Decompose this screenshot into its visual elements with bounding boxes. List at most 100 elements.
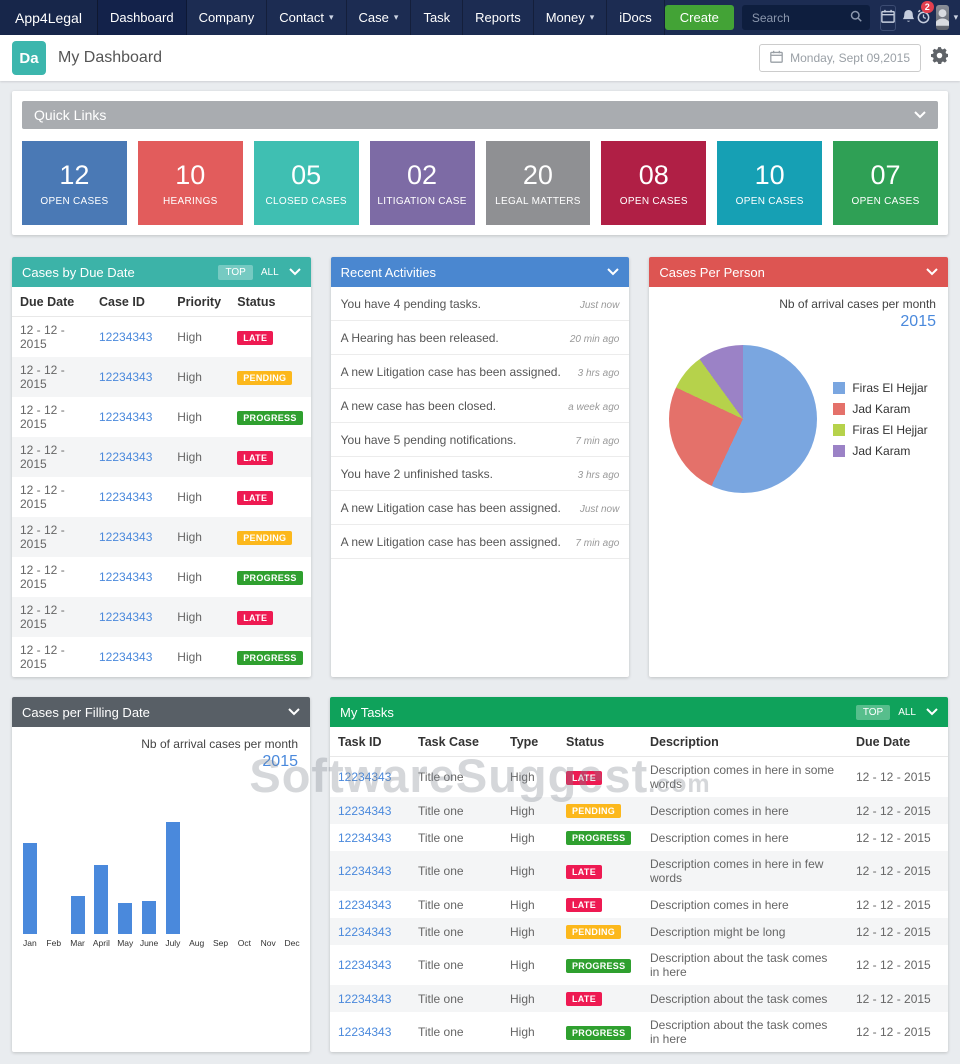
search-bar[interactable] xyxy=(741,5,870,30)
due-date-cell: 12 - 12 - 2015 xyxy=(20,603,65,631)
list-item[interactable]: A Hearing has been released. 20 min ago xyxy=(330,321,630,355)
due-date-cell: 12 - 12 - 2015 xyxy=(856,991,931,1006)
task-id-link[interactable]: 12234343 xyxy=(330,797,410,824)
status-cell: LATE xyxy=(229,317,310,358)
chart-year: 2015 xyxy=(900,313,936,330)
list-item[interactable]: A new Litigation case has been assigned.… xyxy=(330,491,630,525)
due-date-cell: 12 - 12 - 2015 xyxy=(20,563,65,591)
date-picker-button[interactable]: Monday, Sept 09,2015 xyxy=(759,44,921,72)
activity-time: a week ago xyxy=(568,402,620,413)
settings-button[interactable] xyxy=(931,47,949,69)
all-filter-button[interactable]: ALL xyxy=(898,707,916,718)
description-cell: Description comes in here in some words xyxy=(650,763,835,791)
bar xyxy=(165,822,180,934)
task-case-cell: Title one xyxy=(418,1025,464,1039)
nav-item-money[interactable]: Money ▾ xyxy=(534,0,608,35)
chevron-down-icon[interactable] xyxy=(914,111,926,119)
user-menu-caret[interactable]: ▾ xyxy=(952,5,960,31)
table-row: 12234343 Title one High LATE Description… xyxy=(330,891,948,918)
reminders-button[interactable]: 2 xyxy=(916,0,934,31)
due-date-cell: 12 - 12 - 2015 xyxy=(20,363,65,391)
create-button[interactable]: Create xyxy=(664,5,734,30)
task-case-cell: Title one xyxy=(418,924,464,939)
due-date-cell: 12 - 12 - 2015 xyxy=(856,803,931,818)
legend-swatch xyxy=(833,402,846,415)
due-date-cell: 12 - 12 - 2015 xyxy=(856,897,931,912)
status-badge: PENDING xyxy=(566,804,622,818)
due-date-cell: 12 - 12 - 2015 xyxy=(856,1025,931,1039)
stat-label: OPEN CASES xyxy=(619,195,688,207)
chevron-down-icon[interactable] xyxy=(288,268,301,276)
task-id-link[interactable]: 12234343 xyxy=(330,851,410,891)
stat-card[interactable]: 05 CLOSED CASES xyxy=(253,141,359,225)
chevron-down-icon[interactable] xyxy=(288,708,300,716)
due-date-cell: 12 - 12 - 2015 xyxy=(856,770,931,784)
case-id-link[interactable]: 12234343 xyxy=(91,557,169,597)
nav-item-company[interactable]: Company xyxy=(187,0,268,35)
table-row: 12234343 Title one High LATE Description… xyxy=(330,757,948,798)
bar-column: Nov xyxy=(256,797,280,949)
nav-item-case[interactable]: Case ▾ xyxy=(347,0,412,35)
stat-cards-row: 12 OPEN CASES 10 HEARINGS 05 CLOSED CASE… xyxy=(22,141,938,225)
list-item[interactable]: You have 2 unfinished tasks. 3 hrs ago xyxy=(330,457,630,491)
activity-text: A new Litigation case has been assigned. xyxy=(340,535,561,549)
description-cell: Description might be long xyxy=(650,924,786,939)
main-content: Quick Links 12 OPEN CASES 10 HEARINGS 05… xyxy=(0,81,960,1064)
list-item[interactable]: You have 4 pending tasks. Just now xyxy=(330,287,630,321)
case-id-link[interactable]: 12234343 xyxy=(91,397,169,437)
case-id-link[interactable]: 12234343 xyxy=(91,517,169,557)
chevron-down-icon[interactable] xyxy=(926,708,938,716)
list-item[interactable]: A new Litigation case has been assigned.… xyxy=(330,355,630,389)
chevron-down-icon[interactable] xyxy=(926,268,938,276)
activity-time: 3 hrs ago xyxy=(577,368,620,379)
chevron-down-icon[interactable] xyxy=(607,268,620,276)
list-item[interactable]: A new case has been closed. a week ago xyxy=(330,389,630,423)
case-id-link[interactable]: 12234343 xyxy=(91,477,169,517)
nav-item-dashboard[interactable]: Dashboard xyxy=(97,0,187,35)
table-row: 12234343 Title one High PENDING Descript… xyxy=(330,797,948,824)
nav-item-idocs[interactable]: iDocs xyxy=(607,0,665,35)
case-id-link[interactable]: 12234343 xyxy=(91,437,169,477)
task-id-link[interactable]: 12234343 xyxy=(330,824,410,851)
list-item[interactable]: A new Litigation case has been assigned.… xyxy=(330,525,630,559)
quick-links-header[interactable]: Quick Links xyxy=(22,101,938,129)
activity-text: A new case has been closed. xyxy=(340,399,497,413)
status-badge: LATE xyxy=(566,898,603,912)
task-id-link[interactable]: 12234343 xyxy=(330,985,410,1012)
bar xyxy=(70,896,85,934)
task-id-link[interactable]: 12234343 xyxy=(330,945,410,985)
stat-card[interactable]: 20 LEGAL MATTERS xyxy=(485,141,591,225)
case-id-link[interactable]: 12234343 xyxy=(91,637,169,677)
nav-item-reports[interactable]: Reports xyxy=(463,0,534,35)
search-input[interactable] xyxy=(749,9,850,26)
nav-item-contact[interactable]: Contact ▾ xyxy=(267,0,347,35)
panel-title: Recent Activities xyxy=(340,264,437,280)
stat-card[interactable]: 10 OPEN CASES xyxy=(717,141,823,225)
case-id-link[interactable]: 12234343 xyxy=(91,357,169,397)
search-icon xyxy=(850,10,862,25)
case-id-link[interactable]: 12234343 xyxy=(91,317,169,358)
stat-card[interactable]: 02 LITIGATION CASE xyxy=(369,141,475,225)
status-cell: LATE xyxy=(558,985,642,1012)
task-id-link[interactable]: 12234343 xyxy=(330,918,410,945)
user-avatar[interactable] xyxy=(935,5,949,30)
task-id-link[interactable]: 12234343 xyxy=(330,891,410,918)
task-case-cell: Title one xyxy=(418,958,464,972)
calendar-button[interactable] xyxy=(879,4,896,31)
nav-item-task[interactable]: Task xyxy=(411,0,464,35)
notifications-button[interactable] xyxy=(901,5,916,31)
brand[interactable]: App4Legal xyxy=(0,0,98,35)
task-id-link[interactable]: 12234343 xyxy=(330,1012,410,1052)
top-filter-button[interactable]: TOP xyxy=(218,264,253,280)
all-filter-button[interactable]: ALL xyxy=(261,267,279,278)
case-id-link[interactable]: 12234343 xyxy=(91,597,169,637)
stat-card[interactable]: 08 OPEN CASES xyxy=(601,141,707,225)
list-item[interactable]: You have 5 pending notifications. 7 min … xyxy=(330,423,630,457)
stat-card[interactable]: 12 OPEN CASES xyxy=(22,141,127,225)
bottom-row: Cases per Filling Date Nb of arrival cas… xyxy=(12,697,948,1052)
top-filter-button[interactable]: TOP xyxy=(855,704,891,720)
stat-card[interactable]: 07 OPEN CASES xyxy=(833,141,938,225)
gear-icon xyxy=(931,47,949,69)
stat-card[interactable]: 10 HEARINGS xyxy=(137,141,243,225)
task-id-link[interactable]: 12234343 xyxy=(330,757,410,798)
